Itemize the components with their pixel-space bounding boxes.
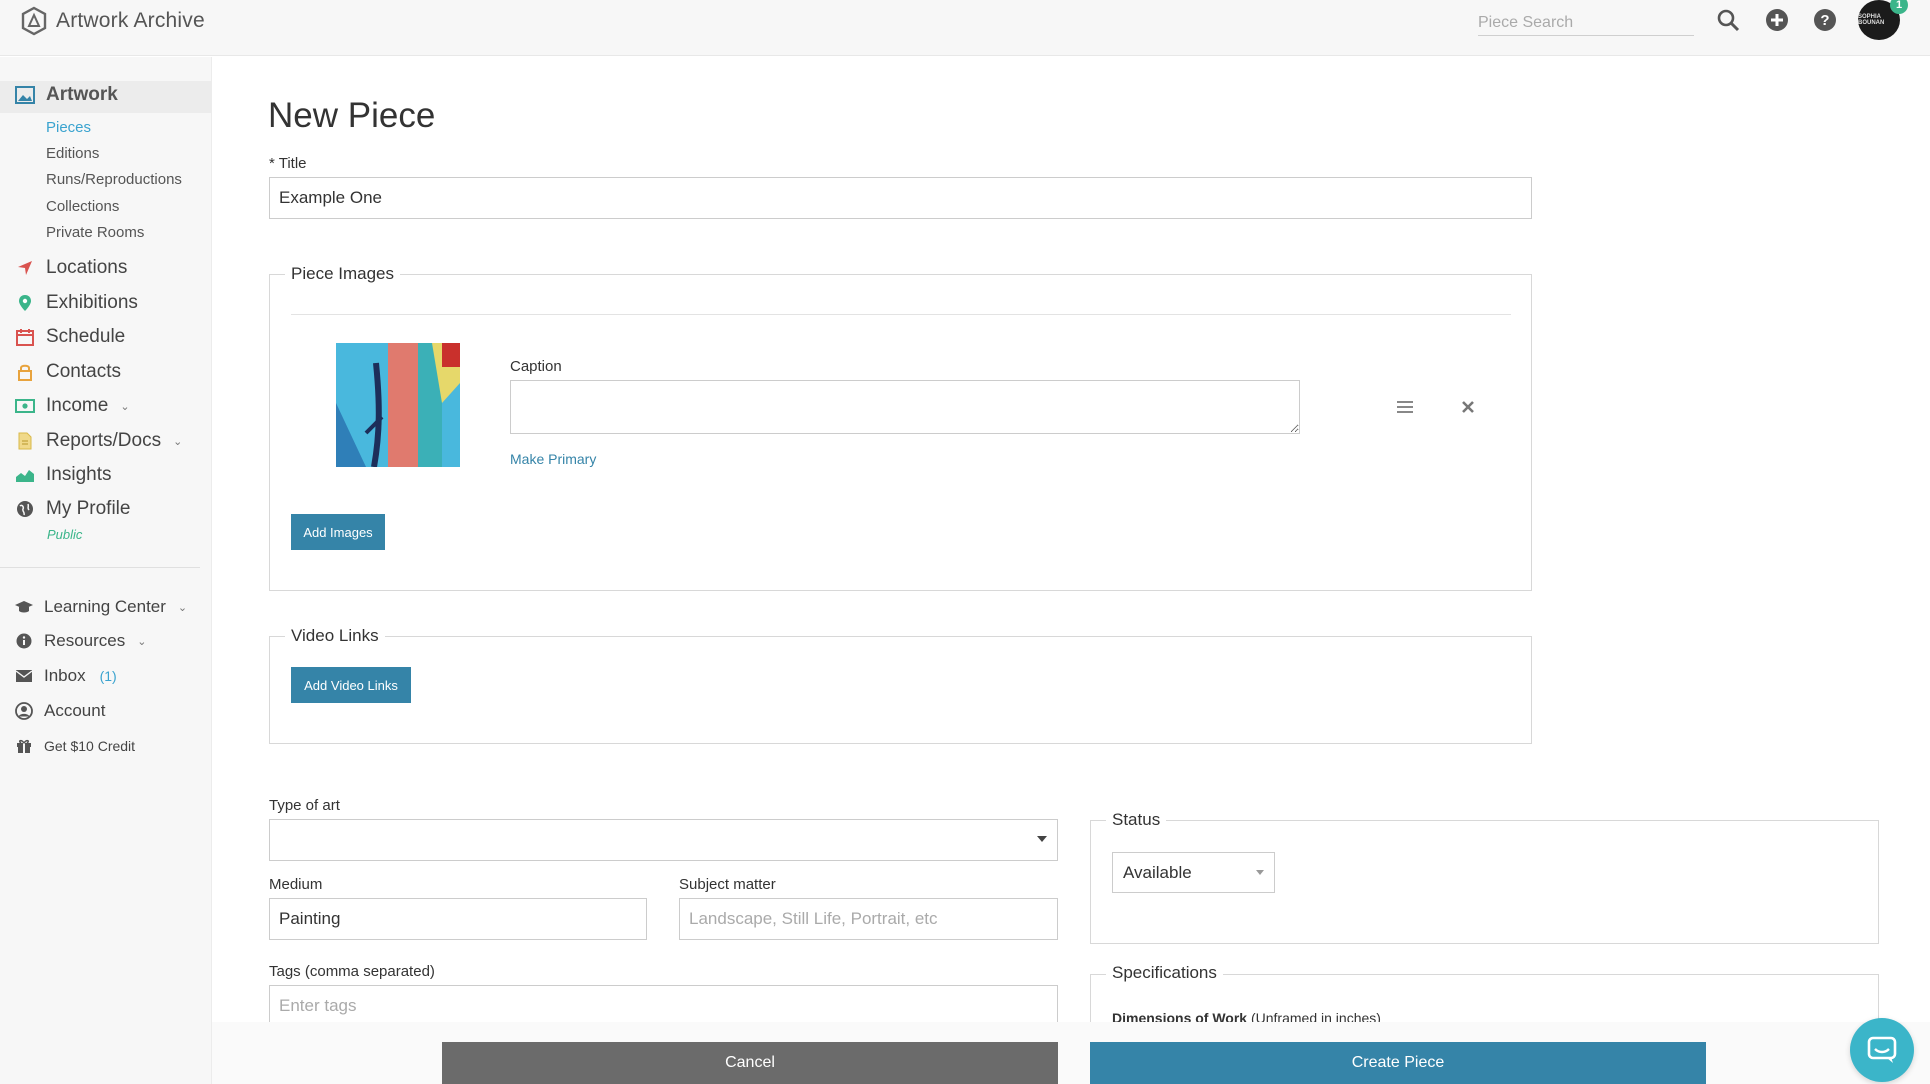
tags-input[interactable] [269, 985, 1058, 1027]
page-title: New Piece [268, 96, 436, 135]
sidebar-item-label: Schedule [46, 326, 126, 347]
sidebar-item-exhibitions[interactable]: Exhibitions [14, 292, 138, 314]
sidebar-item-label: Resources [44, 631, 126, 650]
tags-label: Tags (comma separated) [269, 963, 435, 980]
help-icon[interactable]: ? [1811, 6, 1839, 34]
document-icon [14, 430, 36, 452]
sidebar-item-label: Artwork [46, 84, 118, 105]
sidebar-sub-editions[interactable]: Editions [46, 145, 99, 162]
chat-icon [1867, 1036, 1897, 1063]
create-piece-button[interactable]: Create Piece [1090, 1042, 1706, 1084]
inbox-count: (1) [99, 668, 117, 684]
profile-public-label: Public [47, 527, 83, 542]
sidebar-item-locations[interactable]: Locations [14, 257, 127, 279]
piece-search-input[interactable] [1478, 10, 1694, 35]
status-select[interactable]: Available [1112, 852, 1275, 893]
money-icon [14, 395, 36, 417]
piece-images-divider [291, 314, 1511, 315]
sidebar-item-label: Contacts [46, 361, 121, 382]
sidebar-item-schedule[interactable]: Schedule [14, 326, 125, 348]
sidebar-item-resources[interactable]: Resources ⌄ [14, 631, 146, 651]
sidebar-item-label: Learning Center [44, 597, 166, 616]
sidebar-sub-runs[interactable]: Runs/Reproductions [46, 171, 182, 188]
sidebar-sub-collections[interactable]: Collections [46, 198, 119, 215]
medium-label: Medium [269, 876, 323, 893]
sidebar-sub-pieces[interactable]: Pieces [46, 119, 91, 136]
calendar-icon [14, 326, 36, 348]
notification-badge: 1 [1890, 0, 1908, 14]
caption-textarea[interactable] [510, 380, 1300, 434]
image-icon [14, 84, 36, 106]
sidebar-item-label: Exhibitions [46, 292, 138, 313]
top-bar: Artwork Archive ? SOPHIA BOUNAN 1 [0, 0, 1930, 56]
artwork-thumbnail[interactable] [336, 343, 460, 467]
drag-handle-icon[interactable] [1395, 397, 1415, 417]
sidebar-item-insights[interactable]: Insights [14, 464, 111, 486]
caret-down-icon [1037, 836, 1047, 842]
logo[interactable]: Artwork Archive [20, 6, 205, 36]
add-icon[interactable] [1763, 6, 1791, 34]
sidebar-divider [0, 567, 200, 568]
sidebar-item-label: My Profile [46, 498, 131, 519]
globe-icon [14, 498, 36, 520]
sidebar-item-income[interactable]: Income ⌄ [14, 395, 130, 417]
sidebar-item-reports[interactable]: Reports/Docs ⌄ [14, 430, 182, 452]
piece-images-legend: Piece Images [285, 264, 400, 284]
sidebar-item-label: Get $10 Credit [44, 738, 136, 754]
chevron-down-icon: ⌄ [120, 400, 130, 413]
sidebar-item-artwork[interactable]: Artwork [14, 84, 118, 106]
sidebar-sub-private-rooms[interactable]: Private Rooms [46, 224, 144, 241]
status-value: Available [1123, 862, 1192, 882]
location-arrow-icon [14, 257, 36, 279]
caret-down-icon [1256, 870, 1264, 875]
title-label: * Title [269, 155, 307, 172]
user-circle-icon [14, 701, 34, 721]
map-pin-icon [14, 292, 36, 314]
status-legend: Status [1106, 810, 1167, 830]
sidebar-item-account[interactable]: Account [14, 701, 105, 721]
chevron-down-icon: ⌄ [173, 435, 183, 448]
sidebar-item-learning-center[interactable]: Learning Center ⌄ [14, 597, 187, 617]
svg-text:?: ? [1820, 12, 1829, 29]
chart-area-icon [14, 464, 36, 486]
title-input[interactable] [269, 177, 1532, 219]
cancel-button[interactable]: Cancel [442, 1042, 1058, 1084]
envelope-icon [14, 666, 34, 686]
graduation-cap-icon [14, 597, 34, 617]
artwork-archive-logo-icon [21, 6, 47, 36]
subject-matter-label: Subject matter [679, 876, 776, 893]
medium-input[interactable] [269, 898, 647, 940]
sidebar-item-inbox[interactable]: Inbox (1) [14, 666, 117, 686]
make-primary-link[interactable]: Make Primary [510, 451, 596, 467]
specifications-legend: Specifications [1106, 963, 1223, 983]
caption-label: Caption [510, 358, 562, 375]
piece-search [1478, 10, 1694, 36]
sidebar-item-label: Account [44, 701, 106, 720]
app-name: Artwork Archive [56, 9, 205, 32]
lock-contact-icon [14, 361, 36, 383]
chevron-down-icon: ⌄ [177, 601, 188, 614]
search-icon[interactable] [1714, 6, 1742, 34]
sidebar-item-label: Locations [46, 257, 128, 278]
video-links-legend: Video Links [285, 626, 385, 646]
add-images-button[interactable]: Add Images [291, 514, 385, 550]
sidebar-item-my-profile[interactable]: My Profile [14, 498, 130, 520]
sidebar-item-label: Income [46, 395, 109, 416]
sidebar-item-label: Reports/Docs [46, 430, 162, 451]
subject-matter-input[interactable] [679, 898, 1058, 940]
chat-support-button[interactable] [1850, 1018, 1914, 1082]
sidebar: Artwork Pieces Editions Runs/Reproductio… [0, 57, 212, 1084]
video-links-fieldset [269, 636, 1532, 744]
type-of-art-select[interactable] [269, 819, 1058, 861]
sidebar-item-label: Inbox [44, 666, 86, 685]
sidebar-item-get-credit[interactable]: Get $10 Credit [14, 736, 135, 756]
chevron-down-icon: ⌄ [137, 635, 147, 648]
sidebar-item-label: Insights [46, 464, 112, 485]
gift-icon [14, 736, 34, 756]
type-of-art-label: Type of art [269, 797, 340, 814]
remove-image-icon[interactable] [1460, 399, 1476, 415]
info-icon [14, 631, 34, 651]
sidebar-item-contacts[interactable]: Contacts [14, 361, 121, 383]
add-video-links-button[interactable]: Add Video Links [291, 667, 411, 703]
